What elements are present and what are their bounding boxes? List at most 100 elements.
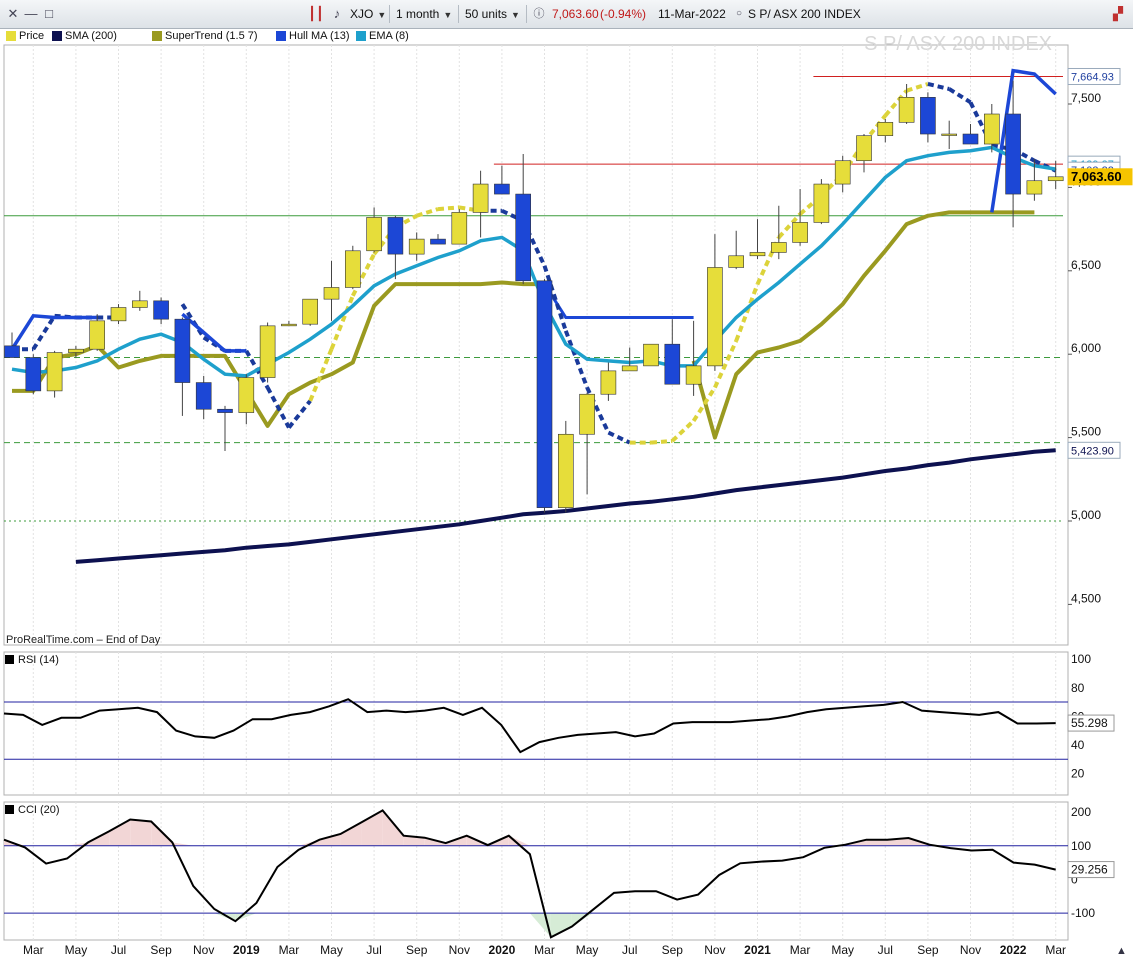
candle-body	[685, 365, 702, 385]
rsi-tick-label: 80	[1071, 681, 1085, 695]
candle-body	[600, 370, 617, 395]
candle-body	[834, 160, 851, 185]
candle-body	[643, 343, 659, 367]
x-tick-label: Mar	[1045, 943, 1066, 957]
cci-title: CCI (20)	[18, 804, 60, 816]
candle-body	[46, 352, 63, 392]
candle-body	[217, 408, 233, 413]
candle-body	[89, 320, 105, 350]
candle-body	[1047, 176, 1064, 182]
x-tick-label: Jul	[366, 943, 381, 957]
candle-body	[430, 238, 446, 245]
cci-value-label: 29.256	[1071, 863, 1108, 877]
separator	[458, 5, 459, 23]
candle-body	[195, 382, 212, 410]
rsi-tick-label: 20	[1071, 767, 1085, 781]
y-tick-label: 6,500	[1071, 258, 1101, 272]
candle-body	[110, 307, 127, 322]
x-tick-label: 2020	[489, 943, 516, 957]
rsi-value-label: 55.298	[1071, 716, 1108, 730]
separator	[389, 5, 390, 23]
symbol-select[interactable]: XJO ▼	[350, 4, 386, 24]
price-label: 5,423.90	[1071, 445, 1114, 457]
candle-body	[813, 183, 830, 223]
candle-body	[132, 300, 148, 308]
rsi-tick-label: 100	[1071, 652, 1091, 666]
candlestick-icon[interactable]: ┃┃	[306, 5, 326, 23]
chart: S P/ ASX 200 INDEX Mar May Jul Sep Nov 2019 Mar…	[3, 33, 1133, 957]
candle-body	[4, 345, 20, 358]
x-tick-label: May	[576, 943, 599, 957]
candle-body	[770, 242, 787, 253]
candle-body	[515, 193, 532, 282]
candle-body	[579, 393, 595, 435]
rsi-title: RSI (14)	[18, 654, 59, 666]
candle-body	[344, 250, 361, 288]
status-dot-icon: ○	[735, 8, 743, 19]
change-value: (-0.94%)	[600, 7, 647, 21]
y-tick-label: 5,500	[1071, 425, 1101, 439]
tool-icon[interactable]: ♪	[330, 5, 344, 23]
candle-body	[323, 287, 340, 300]
candle-body	[536, 280, 553, 508]
candle-body	[621, 365, 638, 372]
close-icon[interactable]: ✕	[6, 5, 20, 23]
x-tick-label: Mar	[23, 943, 44, 957]
x-tick-label: Jul	[111, 943, 126, 957]
y-tick-label: 7,500	[1071, 91, 1101, 105]
x-tick-label: Nov	[960, 943, 981, 957]
x-tick-label: Sep	[150, 943, 172, 957]
candle-body	[664, 343, 681, 385]
candle-body	[728, 255, 745, 268]
symbol-label: XJO	[350, 7, 374, 21]
candle-body	[941, 133, 958, 136]
x-tick-label: 2019	[233, 943, 260, 957]
x-tick-label: Mar	[534, 943, 555, 957]
candle-body	[153, 300, 169, 320]
rsi-swatch	[5, 655, 14, 664]
y-tick-label: 4,500	[1071, 591, 1101, 605]
x-tick-label: 2022	[1000, 943, 1027, 957]
x-tick-label: Jul	[622, 943, 637, 957]
candle-body	[749, 252, 766, 257]
candle-body	[962, 133, 979, 145]
x-tick-label: Nov	[704, 943, 725, 957]
x-tick-label: May	[831, 943, 854, 957]
cci-tick-label: -100	[1071, 906, 1095, 920]
x-tick-label: May	[65, 943, 88, 957]
rsi-panel	[3, 651, 1069, 796]
candle-body	[451, 212, 468, 245]
info-icon[interactable]: ⓘ	[532, 5, 546, 23]
candle-body	[238, 377, 255, 413]
candle-body	[494, 183, 510, 195]
candle-body	[1005, 113, 1021, 195]
x-tick-label: May	[320, 943, 343, 957]
minimize-icon[interactable]: —	[24, 5, 38, 23]
candle-body	[983, 113, 1000, 145]
price-label: 7,664.93	[1071, 71, 1114, 83]
period-label: 1 month	[396, 7, 440, 21]
candle-body	[408, 238, 425, 255]
chevron-down-icon: ▼	[377, 10, 387, 20]
candle-body	[792, 222, 808, 243]
candle-body	[920, 97, 936, 135]
candle-body	[1026, 180, 1043, 195]
maximize-icon[interactable]: □	[42, 5, 56, 23]
x-tick-label: Sep	[917, 943, 939, 957]
x-tick-label: Mar	[790, 943, 811, 957]
scroll-up-icon[interactable]: ▲	[1116, 945, 1127, 957]
watermark: S P/ ASX 200 INDEX	[864, 33, 1052, 55]
period-select[interactable]: 1 month ▼	[396, 4, 456, 24]
x-tick-label: Mar	[279, 943, 300, 957]
add-indicator-icon[interactable]: ▞	[1108, 5, 1128, 23]
units-label: 50 units	[465, 7, 508, 21]
x-tick-label: Nov	[449, 943, 470, 957]
candle-body	[302, 298, 319, 325]
price-label: 7,063.60	[1071, 169, 1122, 184]
candle-body	[707, 267, 723, 367]
cci-overbought-fill	[130, 819, 152, 846]
candle-body	[877, 122, 894, 136]
units-select[interactable]: 50 units ▼	[465, 4, 523, 24]
cci-tick-label: 100	[1071, 839, 1091, 853]
footer-label: ProRealTime.com – End of Day	[6, 634, 161, 646]
